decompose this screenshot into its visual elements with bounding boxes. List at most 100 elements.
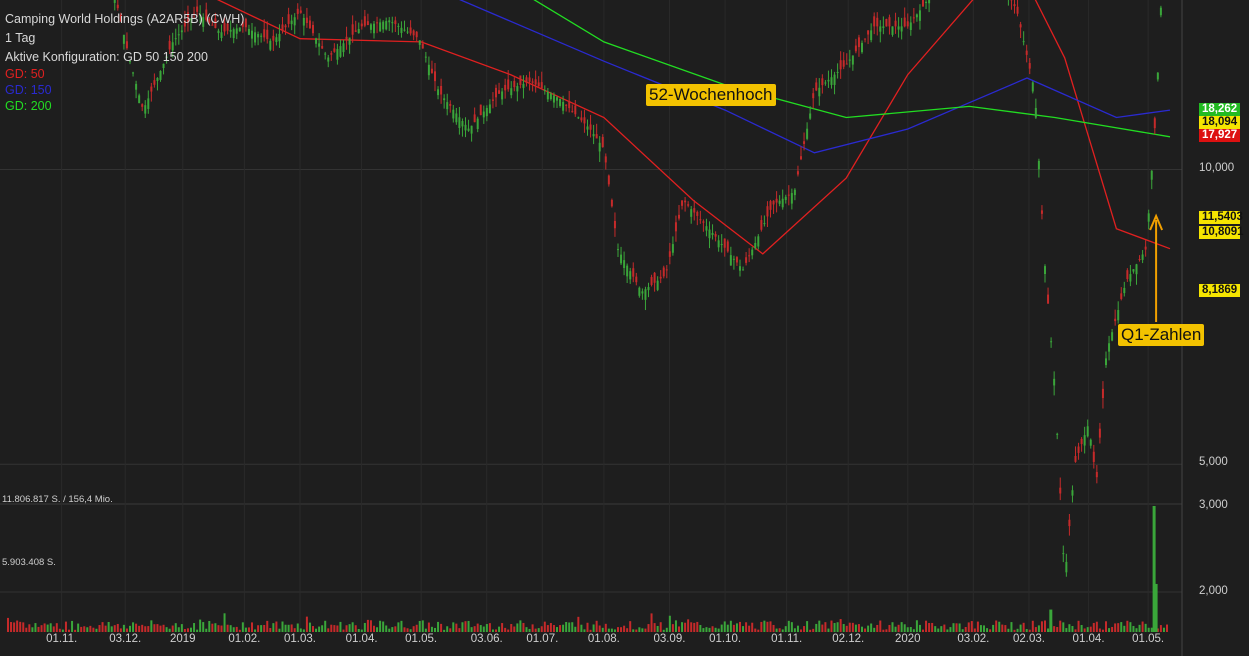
volume-bar bbox=[28, 624, 31, 632]
volume-bar bbox=[580, 624, 583, 632]
candle-body bbox=[681, 200, 684, 206]
volume-bar bbox=[787, 620, 790, 632]
candle-body bbox=[1086, 426, 1089, 437]
candle-body bbox=[330, 53, 333, 55]
candle-body bbox=[135, 83, 138, 90]
candle-body bbox=[1016, 6, 1019, 14]
candle-body bbox=[906, 21, 909, 27]
candle-body bbox=[864, 38, 867, 40]
candle-body bbox=[488, 104, 491, 114]
candle-body bbox=[382, 21, 385, 30]
volume-bar bbox=[58, 628, 61, 632]
candle-body bbox=[369, 24, 372, 30]
volume-bar bbox=[1159, 625, 1162, 632]
candle-body bbox=[684, 200, 687, 203]
volume-bar bbox=[568, 622, 571, 632]
volume-bar bbox=[1059, 620, 1062, 632]
candle-body bbox=[318, 43, 321, 47]
candle-body bbox=[711, 232, 714, 236]
volume-bar bbox=[1077, 620, 1080, 632]
volume-bar bbox=[827, 628, 830, 632]
candle-body bbox=[918, 10, 921, 21]
price-tag: 11,5403 bbox=[1199, 211, 1243, 224]
volume-bar bbox=[43, 623, 46, 632]
candle-body bbox=[263, 29, 266, 38]
volume-bar bbox=[748, 625, 751, 632]
x-tick-label: 01.07. bbox=[526, 633, 559, 645]
candle-body bbox=[1144, 246, 1147, 250]
candle-body bbox=[238, 27, 241, 32]
candle-body bbox=[1047, 294, 1050, 304]
volume-bar bbox=[55, 623, 58, 632]
candle-body bbox=[559, 99, 562, 106]
volume-bar bbox=[278, 628, 281, 632]
volume-bar bbox=[772, 624, 775, 632]
volume-bar bbox=[702, 628, 705, 632]
candle-body bbox=[491, 99, 494, 101]
candle-body bbox=[909, 22, 912, 31]
x-tick-label: 02.12. bbox=[832, 633, 865, 645]
y-tick-label: 5,000 bbox=[1199, 456, 1228, 469]
volume-bar bbox=[546, 625, 549, 632]
volume-bar bbox=[983, 625, 985, 632]
volume-bar bbox=[400, 620, 403, 632]
volume-bar bbox=[961, 629, 964, 632]
volume-bar bbox=[970, 621, 973, 632]
candle-body bbox=[504, 84, 507, 91]
candle-body bbox=[458, 117, 461, 128]
candle-body bbox=[1053, 378, 1056, 386]
volume-bar bbox=[138, 625, 141, 632]
candle-body bbox=[1092, 451, 1095, 462]
volume-bar bbox=[574, 626, 577, 632]
volume-bar bbox=[290, 624, 293, 632]
volume-bar bbox=[1056, 626, 1059, 632]
volume-bar bbox=[656, 625, 659, 632]
candle-body bbox=[1031, 82, 1034, 92]
volume-max-label: 11.806.817 S. / 156,4 Mio. bbox=[2, 494, 113, 505]
volume-bar bbox=[1034, 627, 1037, 632]
volume-bar bbox=[888, 624, 891, 632]
volume-bar bbox=[452, 622, 455, 632]
candle-body bbox=[922, 0, 924, 7]
candle-body bbox=[385, 21, 388, 30]
candle-body bbox=[635, 276, 638, 283]
volume-bar bbox=[784, 626, 787, 632]
volume-bar bbox=[211, 623, 214, 632]
volume-bar bbox=[113, 625, 116, 632]
candle-body bbox=[607, 175, 610, 185]
candle-body bbox=[857, 37, 860, 48]
candle-body bbox=[1037, 160, 1040, 170]
volume-bar bbox=[467, 620, 470, 632]
volume-bar-peak bbox=[1154, 583, 1158, 632]
candle-body bbox=[351, 24, 354, 35]
price-tag: 18,094 bbox=[1199, 116, 1240, 129]
candle-body bbox=[534, 79, 537, 85]
x-tick-label: 01.05. bbox=[1132, 633, 1165, 645]
candle-body bbox=[336, 48, 339, 60]
legend-ma150: GD: 150 bbox=[5, 83, 52, 97]
x-tick-label: 01.03. bbox=[283, 633, 316, 645]
volume-bar bbox=[928, 623, 931, 632]
candle-body bbox=[641, 291, 644, 294]
candle-body bbox=[470, 125, 473, 134]
candle-body bbox=[757, 236, 760, 247]
candle-body bbox=[430, 68, 433, 73]
volume-bar bbox=[369, 620, 372, 632]
volume-bar bbox=[1080, 625, 1083, 632]
candle-body bbox=[394, 20, 397, 25]
candle-body bbox=[342, 43, 345, 53]
x-tick-label: 01.08. bbox=[587, 633, 620, 645]
volume-bar bbox=[427, 622, 430, 632]
volume-bar bbox=[241, 622, 244, 632]
candle-body bbox=[629, 271, 632, 280]
volume-bar bbox=[562, 624, 565, 632]
volume-bar bbox=[135, 623, 138, 632]
volume-bar bbox=[632, 629, 635, 632]
candle-body bbox=[522, 83, 525, 88]
volume-bar bbox=[110, 626, 113, 632]
volume-bar bbox=[873, 627, 876, 632]
volume-bar bbox=[864, 628, 867, 632]
volume-bar bbox=[906, 627, 909, 632]
volume-bar bbox=[1144, 623, 1147, 632]
candle-body bbox=[699, 219, 702, 221]
